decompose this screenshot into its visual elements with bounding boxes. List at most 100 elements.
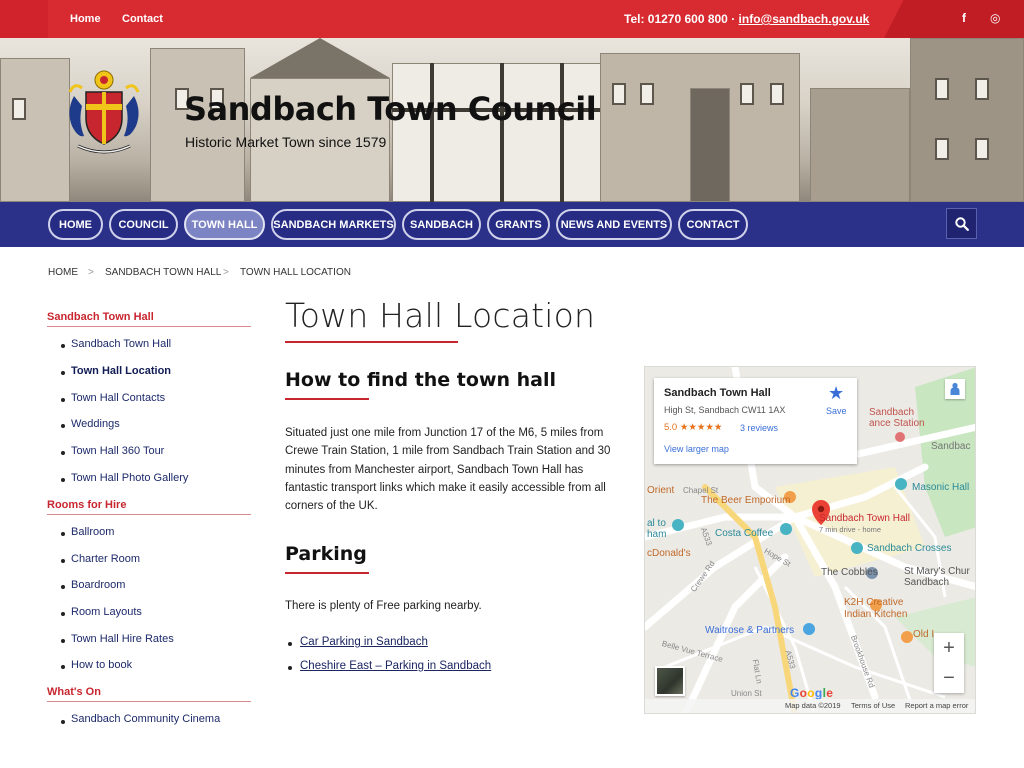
map-label: Sandbach — [904, 577, 950, 588]
person-icon — [950, 382, 960, 395]
zoom-controls: + − — [934, 633, 964, 693]
social-links: f ◎ — [884, 0, 1024, 38]
window — [975, 78, 989, 100]
street-view-icon[interactable] — [945, 379, 965, 399]
nav-sandbach-markets[interactable]: SANDBACH MARKETS — [271, 209, 396, 240]
sidebar-item-ballroom[interactable]: Ballroom — [71, 526, 114, 538]
nav-sandbach[interactable]: SANDBACH — [402, 209, 481, 240]
instagram-icon[interactable]: ◎ — [990, 11, 1000, 25]
site-title[interactable]: Sandbach Town Council — [184, 90, 597, 128]
beam — [560, 63, 564, 202]
map-label: Masonic Hall — [912, 482, 970, 493]
sidebar-item-weddings[interactable]: Weddings — [71, 418, 120, 430]
sidebar-item-boardroom[interactable]: Boardroom — [71, 579, 125, 591]
sidebar-item-360-tour[interactable]: Town Hall 360 Tour — [71, 445, 164, 457]
nav-home[interactable]: HOME — [48, 209, 103, 240]
zoom-out-button[interactable]: − — [934, 663, 964, 693]
map-label: ham — [647, 529, 667, 540]
nav-council[interactable]: COUNCIL — [109, 209, 178, 240]
breadcrumb-home[interactable]: HOME — [48, 267, 78, 278]
nav-contact[interactable]: CONTACT — [678, 209, 748, 240]
sidebar-item-sandbach-town-hall[interactable]: Sandbach Town Hall — [71, 338, 171, 350]
nav-grants[interactable]: GRANTS — [487, 209, 550, 240]
parking-paragraph: There is plenty of Free parking nearby. — [285, 600, 482, 612]
bullet — [61, 371, 65, 375]
window — [770, 83, 784, 105]
top-bar-inner: Home Contact Tel: 01270 600 800 · info@s… — [48, 0, 1024, 38]
nav-news-and-events[interactable]: NEWS AND EVENTS — [556, 209, 672, 240]
map-data-text: Map data ©2019 — [785, 701, 841, 710]
view-larger-map-link[interactable]: View larger map — [664, 444, 729, 454]
email-link[interactable]: info@sandbach.gov.uk — [739, 12, 870, 26]
beam — [430, 63, 434, 202]
top-link-home[interactable]: Home — [70, 13, 101, 25]
bullet — [61, 398, 65, 402]
sidebar-item-room-layouts[interactable]: Room Layouts — [71, 606, 142, 618]
sidebar-heading-whats-on[interactable]: What's On — [47, 686, 251, 702]
sidebar-item-community-cinema[interactable]: Sandbach Community Cinema — [71, 713, 220, 725]
site-subtitle: Historic Market Town since 1579 — [185, 134, 387, 150]
heading-underline — [285, 398, 369, 400]
bullet — [61, 720, 65, 724]
place-address: High St, Sandbach CW11 1AX — [664, 405, 786, 415]
sidebar-heading-town-hall[interactable]: Sandbach Town Hall — [47, 311, 251, 327]
map-label: 7 min drive - home — [819, 525, 882, 534]
map-label: Sandbach Crosses — [867, 543, 952, 554]
map-label: St Mary's Chur — [904, 566, 970, 577]
roof-shape — [250, 38, 390, 78]
search-icon — [954, 216, 969, 231]
page-title: Town Hall Location — [285, 296, 596, 335]
heading-underline — [285, 572, 369, 574]
breadcrumb-current: TOWN HALL LOCATION — [240, 267, 351, 278]
map-label: K2H Creative — [844, 597, 904, 608]
sidebar-item-hire-rates[interactable]: Town Hall Hire Rates — [71, 633, 174, 645]
building-shape — [910, 38, 1024, 202]
map-label: Waitrose & Partners — [705, 625, 795, 636]
report-error-link[interactable]: Report a map error — [905, 701, 968, 710]
zoom-in-button[interactable]: + — [934, 633, 964, 663]
phone-text: Tel: 01270 600 800 · — [624, 12, 739, 26]
beam — [500, 63, 504, 202]
sidebar-item-how-to-book[interactable]: How to book — [71, 659, 132, 671]
top-bar: Home Contact Tel: 01270 600 800 · info@s… — [0, 0, 1024, 38]
building-shape — [690, 88, 730, 202]
bullet — [61, 639, 65, 643]
map-label: Sandbac — [931, 441, 971, 452]
section-heading-find: How to find the town hall — [285, 369, 557, 391]
map-label: cDonald's — [647, 548, 691, 559]
map-label: The Cobbles — [821, 567, 878, 578]
window — [935, 138, 949, 160]
nav-town-hall[interactable]: TOWN HALL — [184, 209, 265, 240]
sidebar-item-charter-room[interactable]: Charter Room — [71, 553, 140, 565]
sidebar-heading-rooms-for-hire[interactable]: Rooms for Hire — [47, 499, 251, 515]
facebook-icon[interactable]: f — [962, 11, 966, 25]
satellite-toggle[interactable] — [655, 666, 685, 696]
map-label-town-hall: Sandbach Town Hall — [819, 513, 910, 524]
search-button[interactable] — [946, 208, 977, 239]
bullet — [61, 585, 65, 589]
map-label: ance Station — [869, 418, 925, 429]
window — [740, 83, 754, 105]
save-star-icon[interactable]: ★ — [828, 383, 844, 404]
save-button[interactable]: Save — [826, 406, 847, 416]
breadcrumb-sandbach-town-hall[interactable]: SANDBACH TOWN HALL — [105, 267, 221, 278]
map-label: Sandbach — [869, 407, 915, 418]
sidebar-item-photo-gallery[interactable]: Town Hall Photo Gallery — [71, 472, 188, 484]
breadcrumb-separator: > — [223, 267, 229, 278]
window — [975, 138, 989, 160]
top-link-contact[interactable]: Contact — [122, 13, 163, 25]
map-label: Union St — [731, 689, 762, 698]
bullet — [61, 451, 65, 455]
cheshire-east-parking-link[interactable]: Cheshire East – Parking in Sandbach — [300, 660, 491, 672]
window — [935, 78, 949, 100]
directions-paragraph: Situated just one mile from Junction 17 … — [285, 427, 611, 513]
terms-link[interactable]: Terms of Use — [851, 701, 895, 710]
sidebar-item-town-hall-location[interactable]: Town Hall Location — [71, 365, 171, 377]
map-label: The Beer Emporium — [701, 495, 791, 506]
bullet — [288, 642, 292, 646]
place-reviews-link[interactable]: 3 reviews — [740, 423, 778, 433]
car-parking-link[interactable]: Car Parking in Sandbach — [300, 636, 428, 648]
google-map[interactable]: Sandbach ance Station Sandbac Masonic Ha… — [644, 366, 976, 714]
hero-banner: Sandbach Town Council Historic Market To… — [0, 38, 1024, 202]
sidebar-item-town-hall-contacts[interactable]: Town Hall Contacts — [71, 392, 165, 404]
